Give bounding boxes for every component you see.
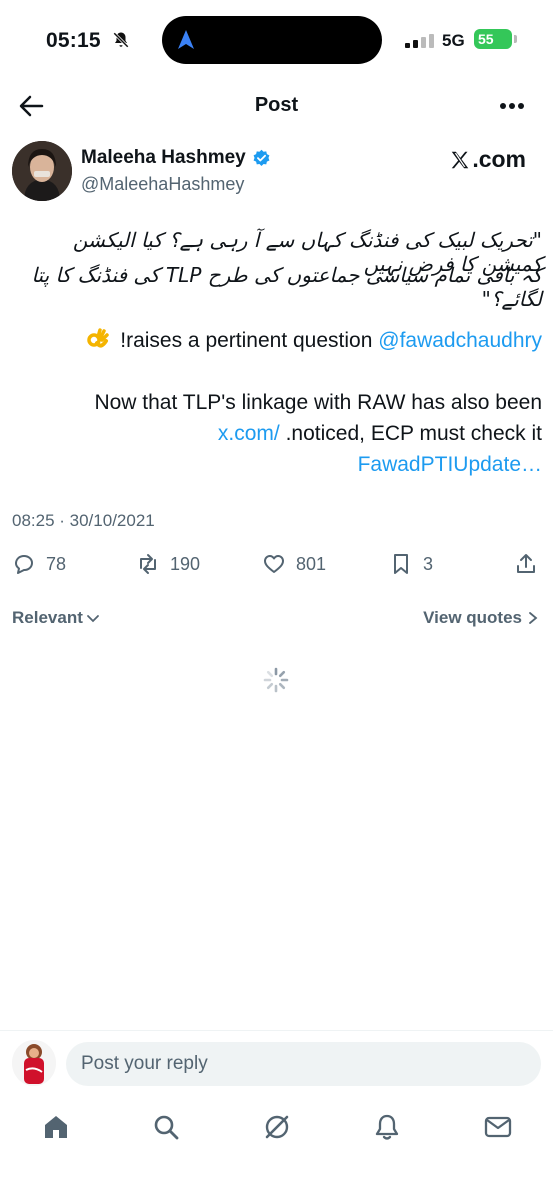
x-logo-icon bbox=[452, 151, 469, 168]
verified-badge-icon bbox=[253, 149, 270, 166]
battery-tip bbox=[514, 35, 517, 43]
tweet-line-4-text: .noticed, ECP must check it bbox=[279, 422, 542, 445]
bookmark-icon bbox=[394, 554, 408, 574]
chevron-right-icon bbox=[529, 612, 538, 624]
tweet-urdu-line-2: کہ باقی تمام سیاسی جماعتوں کی طرح TLP کی… bbox=[31, 263, 542, 311]
view-quotes-button[interactable]: View quotes bbox=[423, 608, 538, 628]
home-icon[interactable] bbox=[41, 1112, 71, 1142]
repost-button[interactable]: 190 bbox=[136, 552, 200, 576]
loading-spinner-icon bbox=[263, 667, 289, 693]
sort-relevant-dropdown[interactable]: Relevant bbox=[12, 608, 100, 628]
reply-count: 78 bbox=[46, 553, 67, 574]
bookmark-button[interactable]: 3 bbox=[389, 552, 433, 576]
page-title: Post bbox=[254, 94, 299, 116]
dynamic-island bbox=[162, 16, 382, 64]
reply-divider bbox=[0, 1030, 553, 1031]
action-bar: 78 190 801 3 bbox=[0, 552, 553, 582]
tweet-mention-text: !raises a pertinent question bbox=[114, 329, 373, 352]
author-photo bbox=[12, 141, 72, 201]
bottom-navigation bbox=[0, 1108, 553, 1148]
status-time: 05:15 bbox=[46, 29, 101, 52]
search-icon[interactable] bbox=[151, 1112, 181, 1142]
share-button[interactable] bbox=[514, 552, 538, 576]
status-bar: 05:15 5G 55 bbox=[0, 0, 553, 84]
bell-off-icon bbox=[113, 32, 129, 48]
tweet-line-mention: !raises a pertinent question @fawadchaud… bbox=[12, 327, 542, 354]
tweet-line-4: x.com/ .noticed, ECP must check it bbox=[12, 421, 542, 447]
home-indicator-area bbox=[0, 1148, 553, 1200]
ok-hand-emoji-icon bbox=[87, 328, 110, 348]
share-icon bbox=[517, 554, 535, 573]
author-name-row[interactable]: Maleeha Hashmey bbox=[81, 147, 271, 169]
network-type: 5G bbox=[442, 31, 465, 50]
navigation-arrow-icon bbox=[178, 30, 194, 49]
tweet-line-3: Now that TLP's linkage with RAW has also… bbox=[94, 391, 542, 414]
author-handle[interactable]: @MaleehaHashmey bbox=[81, 174, 244, 195]
reply-input[interactable] bbox=[66, 1042, 541, 1086]
battery-level: 55 bbox=[474, 29, 512, 49]
sort-relevant-label: Relevant bbox=[12, 608, 83, 627]
author-name[interactable]: Maleeha Hashmey bbox=[81, 147, 246, 169]
reply-button[interactable]: 78 bbox=[12, 552, 66, 576]
repost-count: 190 bbox=[170, 553, 201, 574]
grok-icon[interactable] bbox=[262, 1112, 292, 1142]
notifications-icon[interactable] bbox=[372, 1112, 402, 1142]
signal-icon bbox=[405, 34, 434, 48]
messages-icon[interactable] bbox=[483, 1112, 513, 1142]
chevron-down-icon bbox=[86, 615, 99, 623]
url-link[interactable]: x.com/ bbox=[218, 422, 280, 445]
user-avatar-image bbox=[12, 1040, 56, 1086]
like-icon bbox=[264, 555, 284, 573]
reply-icon bbox=[15, 555, 33, 574]
replies-sort-row: Relevant View quotes bbox=[12, 608, 538, 630]
url-link-continued[interactable]: FawadPTIUpdate… bbox=[12, 452, 542, 478]
mention-link[interactable]: @fawadchaudhry bbox=[378, 329, 542, 352]
source-x-com: .com bbox=[449, 146, 526, 173]
more-icon[interactable] bbox=[498, 96, 526, 116]
user-avatar[interactable] bbox=[12, 1040, 56, 1086]
top-bar: Post bbox=[0, 84, 553, 128]
author-avatar[interactable] bbox=[12, 141, 72, 201]
view-quotes-label: View quotes bbox=[423, 608, 522, 627]
bookmark-count: 3 bbox=[423, 553, 434, 574]
like-count: 801 bbox=[296, 553, 327, 574]
repost-icon bbox=[140, 554, 156, 574]
like-button[interactable]: 801 bbox=[262, 552, 326, 576]
tweet-timestamp[interactable]: 08:25 · 30/10/2021 bbox=[12, 511, 155, 531]
source-domain: .com bbox=[472, 146, 526, 172]
